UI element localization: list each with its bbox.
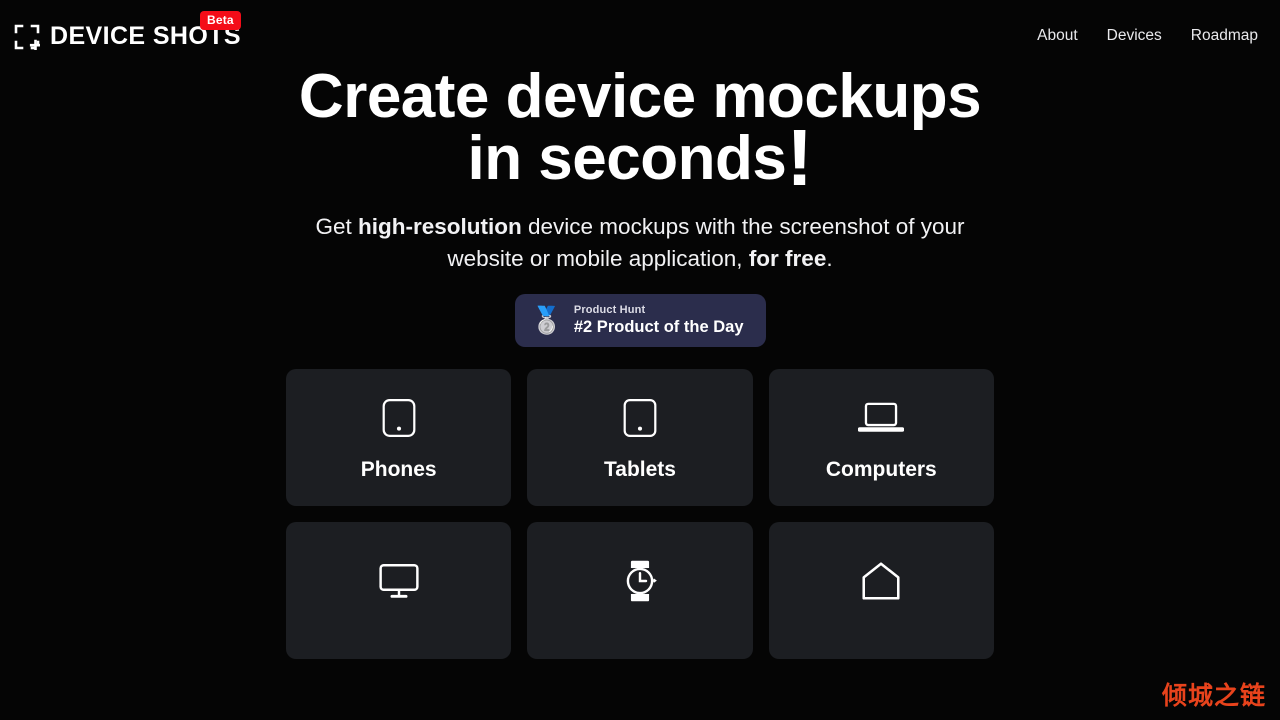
- nav-link-roadmap[interactable]: Roadmap: [1191, 27, 1258, 45]
- nav-link-about[interactable]: About: [1037, 27, 1078, 45]
- subtitle-part-3: .: [826, 245, 833, 271]
- device-card-label: Computers: [825, 457, 937, 481]
- nav-link-devices[interactable]: Devices: [1107, 27, 1162, 45]
- home-icon: [858, 558, 904, 604]
- subtitle-bold-for-free: for free: [748, 245, 827, 271]
- main-nav: About Devices Roadmap: [1037, 27, 1264, 45]
- product-hunt-kicker: Product Hunt: [573, 303, 646, 316]
- device-card-monitors[interactable]: [286, 521, 512, 659]
- phone-icon: [376, 395, 422, 441]
- product-hunt-title: #2 Product of the Day: [573, 317, 744, 336]
- second-place-medal-icon: 🥈: [530, 305, 563, 336]
- device-card-phones[interactable]: Phones: [286, 368, 512, 506]
- device-card-home[interactable]: [768, 521, 994, 659]
- device-card-label: Tablets: [604, 457, 676, 481]
- beta-badge: Beta: [200, 11, 241, 30]
- device-card-tablets[interactable]: Tablets: [527, 368, 753, 506]
- device-category-grid: Phones Tablets Computers: [286, 368, 994, 659]
- headline-text: Create device mockups in seconds: [298, 62, 982, 193]
- subtitle-part-2: device mockups with the screenshot of yo…: [447, 214, 965, 271]
- crop-frame-plus-icon: [14, 24, 42, 51]
- device-card-wearables[interactable]: [527, 521, 753, 659]
- laptop-icon: [858, 395, 905, 441]
- subtitle-bold-high-resolution: high-resolution: [358, 214, 522, 239]
- subtitle-part-1: Get: [315, 214, 359, 239]
- product-hunt-badge[interactable]: 🥈 Product Hunt #2 Product of the Day: [514, 293, 766, 347]
- monitor-icon: [376, 558, 422, 604]
- hero-subtitle: Get high-resolution device mockups with …: [295, 211, 985, 275]
- brand-logo[interactable]: DEVICE SHOTS Beta: [14, 11, 241, 51]
- device-card-label: Phones: [360, 457, 437, 481]
- watch-icon: [617, 558, 663, 604]
- page-title: Create device mockups in seconds!: [298, 62, 982, 202]
- tablet-icon: [617, 395, 663, 441]
- site-header: DEVICE SHOTS Beta About Devices Roadmap: [0, 0, 1280, 72]
- hero-section: Create device mockups in seconds! Get hi…: [0, 66, 1280, 659]
- device-card-computers[interactable]: Computers: [768, 368, 994, 506]
- watermark: 倾城之链: [1161, 681, 1266, 710]
- product-hunt-text: Product Hunt #2 Product of the Day: [574, 304, 744, 337]
- product-hunt-wrapper: 🥈 Product Hunt #2 Product of the Day: [24, 293, 1256, 347]
